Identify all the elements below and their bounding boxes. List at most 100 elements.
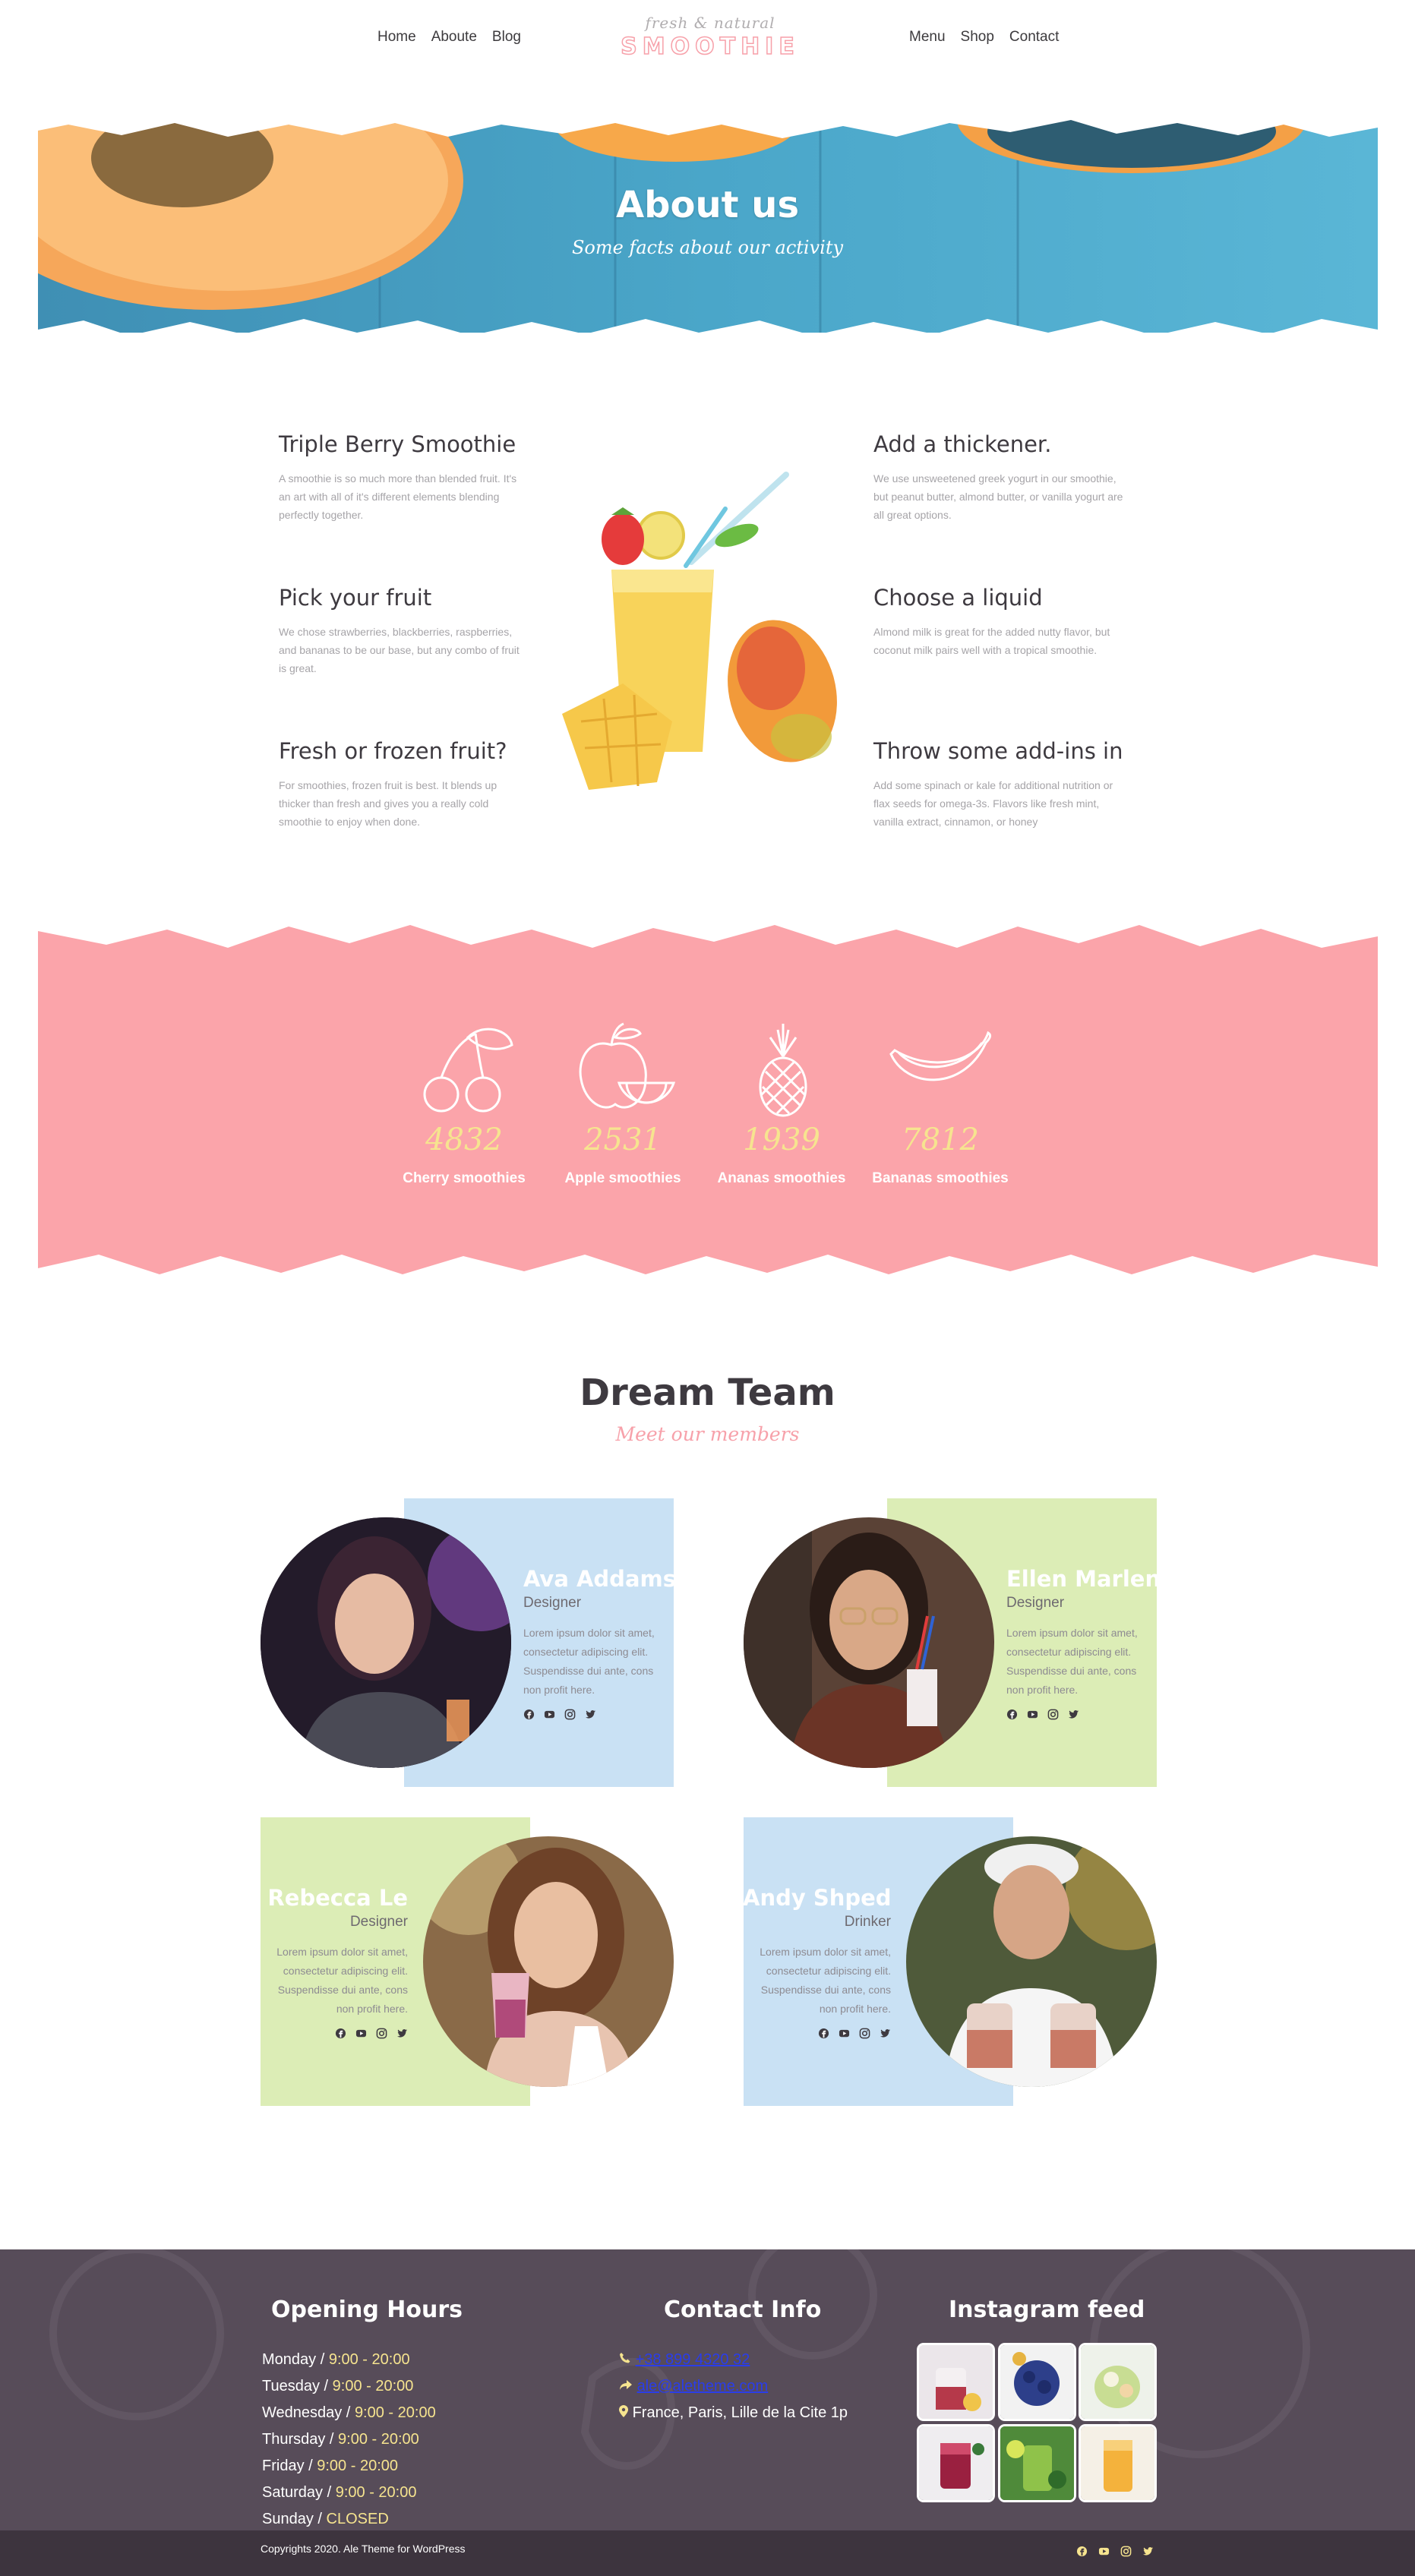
youtube-icon[interactable] [544,1709,555,1720]
member-bio: Lorem ipsum dolor sit amet, consectetur … [1006,1627,1138,1696]
nav-home-link[interactable]: Home [377,29,416,46]
feature-item: Choose a liquid Almond milk is great for… [873,585,1124,659]
hours-time: 9:00 - 20:00 [328,2351,410,2368]
instagram-photo[interactable] [1081,2426,1154,2500]
team-member: Andy Shped Drinker Lorem ipsum dolor sit… [743,1885,892,2039]
banana-icon [889,1031,992,1081]
stat-number: 7812 [902,1122,979,1157]
social-links [1006,1709,1154,1720]
instagram-icon[interactable] [859,2028,870,2039]
feature-title: Pick your fruit [279,585,432,611]
social-links [523,1709,671,1720]
feature-item: Add a thickener. We use unsweetened gree… [873,431,1124,524]
hours-day: Sunday / [262,2511,327,2527]
opening-hours-list: Monday / 9:00 - 20:00 Tuesday / 9:00 - 2… [262,2347,436,2533]
youtube-icon[interactable] [1098,2546,1110,2557]
stats-section: 4832 Cherry smoothies 2531 Apple smoothi… [38,895,1378,1309]
facebook-icon[interactable] [1006,1709,1018,1720]
member-role: Designer [523,1595,582,1611]
team-member: Rebecca Le Designer Lorem ipsum dolor si… [260,1885,408,2039]
cherry-icon [423,1028,513,1113]
instagram-icon[interactable] [564,1709,576,1720]
instagram-photo[interactable] [1000,2345,1074,2419]
hours-day: Saturday / [262,2484,336,2501]
instagram-photo[interactable] [1000,2426,1074,2500]
nav-shop-link[interactable]: Shop [961,29,994,46]
location-pin-icon [619,2405,628,2417]
contact-phone-link[interactable]: +38 899 4320 32 [636,2351,750,2368]
hours-day: Monday / [262,2351,329,2368]
instagram-photo[interactable] [919,2345,993,2419]
facebook-icon[interactable] [523,1709,535,1720]
nav-contact-link[interactable]: Contact [1009,29,1059,46]
hours-time: 9:00 - 20:00 [335,2484,417,2501]
avatar [744,1517,994,1768]
contact-address: France, Paris, Lille de la Cite 1p [632,2404,848,2421]
instagram-photo[interactable] [1081,2345,1154,2419]
footer-bottom-bar [0,2530,1415,2576]
hours-row: Thursday / 9:00 - 20:00 [262,2426,436,2453]
avatar [906,1836,1157,2087]
feature-title: Fresh or frozen fruit? [279,738,507,764]
feature-text: For smoothies, frozen fruit is best. It … [279,779,497,828]
instagram-photo[interactable] [919,2426,993,2500]
member-name: Rebecca Le [267,1885,408,1911]
twitter-icon[interactable] [396,2028,408,2039]
twitter-icon[interactable] [1142,2546,1154,2557]
smoothie-illustration [551,463,854,797]
footer-social-links [1076,2546,1154,2557]
hours-row: Tuesday / 9:00 - 20:00 [262,2373,436,2400]
twitter-icon[interactable] [880,2028,891,2039]
avatar [423,1836,674,2087]
feature-item: Throw some add-ins in Add some spinach o… [873,738,1124,831]
apple-icon [579,1022,676,1109]
hours-day: Tuesday / [262,2378,333,2394]
opening-hours-title: Opening Hours [271,2297,463,2323]
feature-title: Triple Berry Smoothie [279,431,516,457]
feature-text: We use unsweetened greek yogurt in our s… [873,472,1123,521]
youtube-icon[interactable] [1027,1709,1038,1720]
hero-subtitle: Some facts about our activity [571,237,844,258]
feature-title: Choose a liquid [873,585,1043,611]
hours-time: 9:00 - 20:00 [354,2404,436,2421]
facebook-icon[interactable] [1076,2546,1088,2557]
hours-row: Wednesday / 9:00 - 20:00 [262,2400,436,2426]
share-arrow-icon [620,2380,632,2390]
twitter-icon[interactable] [1068,1709,1079,1720]
youtube-icon[interactable] [839,2028,850,2039]
main-nav-left: Home Aboute Blog [377,29,521,46]
instagram-icon[interactable] [1047,1709,1059,1720]
feature-item: Pick your fruit We chose strawberries, b… [279,585,529,677]
facebook-icon[interactable] [335,2028,346,2039]
member-role: Drinker [844,1914,891,1930]
member-bio: Lorem ipsum dolor sit amet, consectetur … [276,1946,408,2015]
feature-text: A smoothie is so much more than blended … [279,472,517,521]
hours-time: 9:00 - 20:00 [317,2458,398,2474]
site-logo[interactable]: fresh & natural SMOOTHIE [611,14,809,61]
facebook-icon[interactable] [818,2028,829,2039]
member-role: Designer [349,1914,408,1930]
stat-number: 1939 [743,1122,820,1157]
instagram-icon[interactable] [376,2028,387,2039]
nav-about-link[interactable]: Aboute [431,29,477,46]
member-name: Ellen Marlen [1006,1566,1161,1592]
twitter-icon[interactable] [585,1709,596,1720]
nav-menu-link[interactable]: Menu [909,29,946,46]
hours-time: 9:00 - 20:00 [338,2431,419,2448]
member-role: Designer [1006,1595,1065,1611]
team-member: Ava Addams Designer Lorem ipsum dolor si… [523,1566,676,1720]
member-bio: Lorem ipsum dolor sit amet, consectetur … [523,1627,655,1696]
youtube-icon[interactable] [355,2028,367,2039]
avatar [261,1517,511,1768]
social-links [260,2028,408,2039]
instagram-icon[interactable] [1120,2546,1132,2557]
contact-email-link[interactable]: ale@aletheme.com [637,2378,769,2394]
feature-text: Add some spinach or kale for additional … [873,779,1113,828]
logo-tagline: fresh & natural [645,14,775,32]
stat-number: 4832 [425,1122,503,1157]
feature-text: We chose strawberries, blackberries, ras… [279,626,520,674]
hours-time: CLOSED [326,2511,389,2527]
instagram-feed-title: Instagram feed [949,2297,1145,2323]
contact-email-row: ale@aletheme.com [619,2373,848,2400]
nav-blog-link[interactable]: Blog [492,29,521,46]
